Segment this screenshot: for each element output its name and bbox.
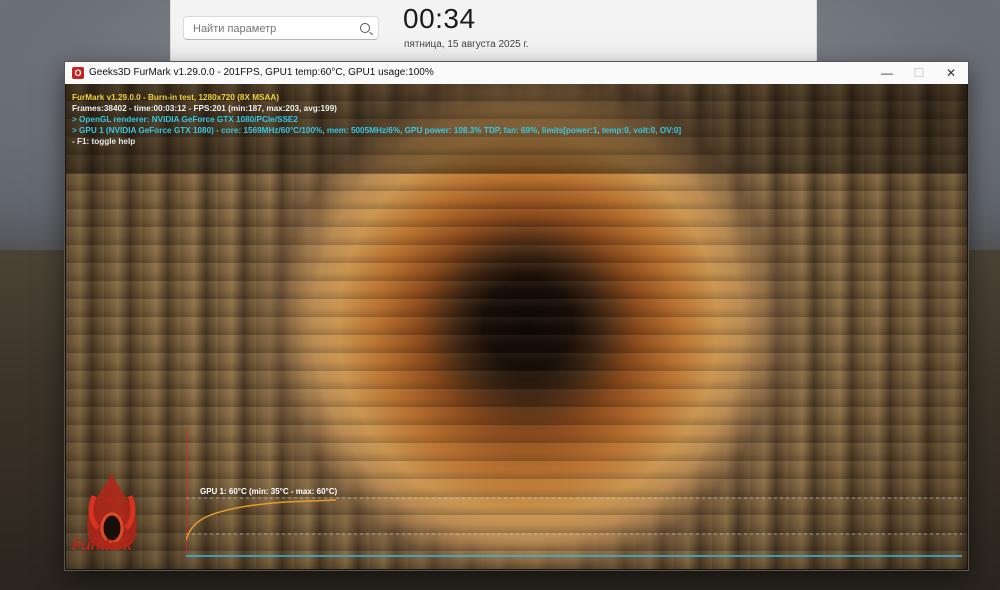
furmark-window[interactable]: O Geeks3D FurMark v1.29.0.0 - 201FPS, GP… <box>64 61 969 571</box>
logo-text: FurMark <box>72 537 132 554</box>
search-icon[interactable] <box>360 23 370 33</box>
title-bar[interactable]: O Geeks3D FurMark v1.29.0.0 - 201FPS, GP… <box>65 62 968 84</box>
render-viewport[interactable]: FurMark v1.29.0.0 - Burn-in test, 1280x7… <box>66 84 967 569</box>
search-input[interactable] <box>191 20 355 38</box>
settings-window: 00:34 пятница, 15 августа 2025 г. <box>170 0 817 62</box>
graph-label: GPU 1: 60°C (min: 35°C - max: 60°C) <box>200 487 338 496</box>
maximize-button[interactable]: ☐ <box>902 62 936 84</box>
clock-time: 00:34 <box>403 3 476 34</box>
clock-date: пятница, 15 августа 2025 г. <box>404 39 529 50</box>
furmark-app-icon[interactable]: O <box>72 67 84 79</box>
overlay-help-line: - F1: toggle help <box>72 137 136 146</box>
overlay-renderer-line: > OpenGL renderer: NVIDIA GeForce GTX 10… <box>72 115 298 124</box>
overlay-gpu-line: > GPU 1 (NVIDIA GeForce GTX 1080) - core… <box>72 126 682 135</box>
minimize-button[interactable]: — <box>870 62 904 84</box>
search-box[interactable] <box>183 16 379 40</box>
overlay-title-line: FurMark v1.29.0.0 - Burn-in test, 1280x7… <box>72 93 280 102</box>
overlay-stats-line: Frames:38402 - time:00:03:12 - FPS:201 (… <box>72 104 337 113</box>
window-title: Geeks3D FurMark v1.29.0.0 - 201FPS, GPU1… <box>89 67 434 78</box>
close-button[interactable]: ✕ <box>934 62 968 84</box>
